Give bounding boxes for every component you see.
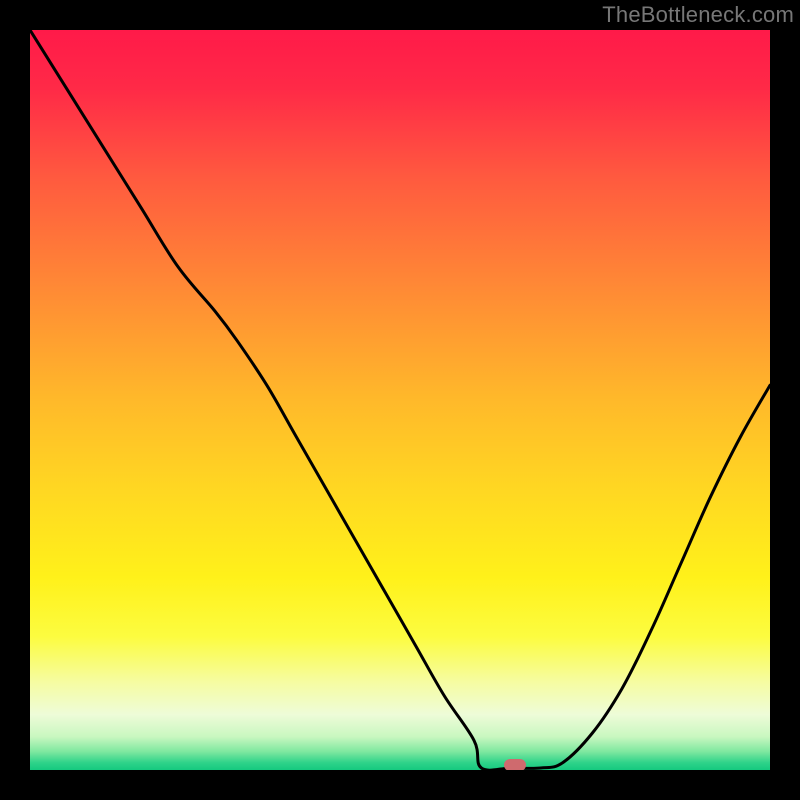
plot-area [30, 30, 770, 770]
optimal-marker [504, 759, 526, 770]
watermark: TheBottleneck.com [602, 2, 794, 28]
chart-container: TheBottleneck.com [0, 0, 800, 800]
gradient-bg [30, 30, 770, 770]
curve-line [30, 30, 770, 770]
